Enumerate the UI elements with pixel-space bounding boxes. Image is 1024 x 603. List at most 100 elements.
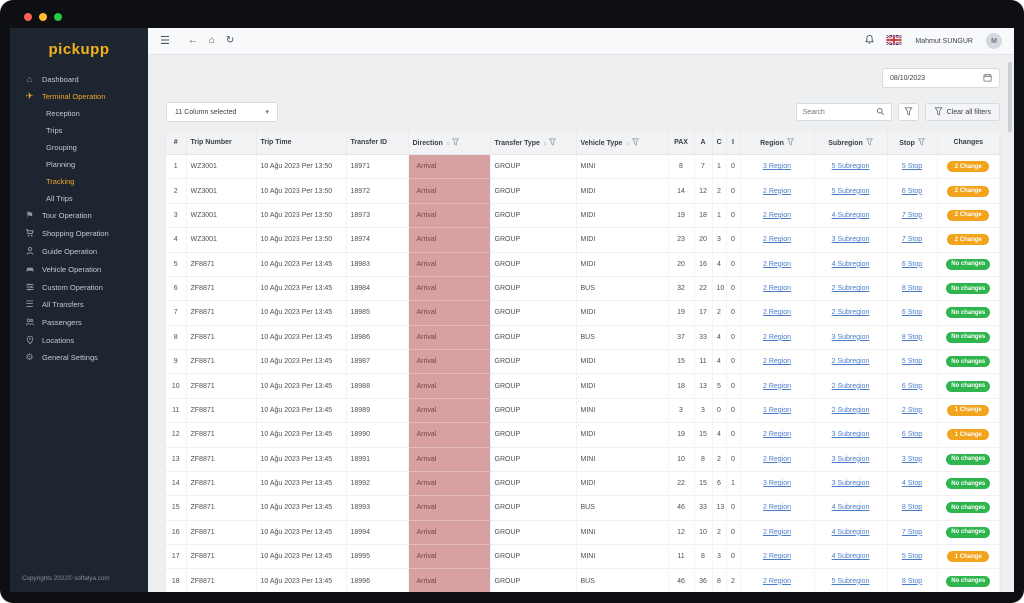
sidebar-item-terminal-operation[interactable]: ✈ Terminal Operation [10,88,148,105]
col-header-region[interactable]: Region [740,131,814,155]
col-header-subregion[interactable]: Subregion [814,131,887,155]
scrollbar-thumb[interactable] [1008,62,1012,132]
sidebar-item-general-settings[interactable]: ⚙ General Settings [10,349,148,366]
subregion-link[interactable]: 2 Subregion [832,285,870,292]
changes-badge[interactable]: 1 Change [947,429,989,440]
changes-badge[interactable]: No changes [946,527,990,538]
subregion-link[interactable]: 4 Subregion [832,212,870,219]
changes-badge[interactable]: 1 Change [947,551,989,562]
sidebar-item-custom-operation[interactable]: Custom Operation [10,278,148,296]
date-picker[interactable]: 08/10/2023 [882,68,1000,88]
sort-icon[interactable]: ↑↓ [625,141,629,147]
sidebar-item-passengers[interactable]: Passengers [10,313,148,331]
column-selector[interactable]: 11 Column selected ▾ [166,102,278,122]
search-input[interactable] [803,109,873,116]
table-row[interactable]: 5 ZF8871 10 Ağu 2023 Per 13:45 18983 Arr… [166,252,1000,276]
changes-badge[interactable]: No changes [946,332,990,343]
sidebar-item-shopping-operation[interactable]: Shopping Operation [10,224,148,242]
subregion-link[interactable]: 5 Subregion [832,188,870,195]
region-link[interactable]: 2 Region [763,383,791,390]
subregion-link[interactable]: 3 Subregion [832,236,870,243]
table-row[interactable]: 18 ZF8871 10 Ağu 2023 Per 13:45 18996 Ar… [166,569,1000,592]
region-link[interactable]: 2 Region [763,261,791,268]
changes-badge[interactable]: 2 Change [947,186,989,197]
region-link[interactable]: 3 Region [763,480,791,487]
stop-link[interactable]: 2 Stop [902,407,922,414]
window-close-button[interactable] [24,13,32,21]
region-link[interactable]: 2 Region [763,309,791,316]
stop-link[interactable]: 6 Stop [902,188,922,195]
changes-badge[interactable]: No changes [946,307,990,318]
stop-link[interactable]: 8 Stop [902,578,922,585]
window-minimize-button[interactable] [39,13,47,21]
region-link[interactable]: 2 Region [763,578,791,585]
changes-badge[interactable]: No changes [946,259,990,270]
scrollbar[interactable] [1008,58,1013,588]
stop-link[interactable]: 6 Stop [902,261,922,268]
stop-link[interactable]: 6 Stop [902,431,922,438]
col-header-direction[interactable]: Direction↑↓ [408,131,490,155]
changes-badge[interactable]: No changes [946,576,990,587]
region-link[interactable]: 2 Region [763,334,791,341]
region-link[interactable]: 1 Region [763,407,791,414]
table-row[interactable]: 15 ZF8871 10 Ağu 2023 Per 13:45 18993 Ar… [166,496,1000,520]
stop-link[interactable]: 6 Stop [902,383,922,390]
table-row[interactable]: 4 WZ3001 10 Ağu 2023 Per 13:50 18974 Arr… [166,228,1000,252]
subregion-link[interactable]: 2 Subregion [832,309,870,316]
stop-link[interactable]: 5 Stop [902,553,922,560]
stop-link[interactable]: 8 Stop [902,334,922,341]
stop-link[interactable]: 4 Stop [902,480,922,487]
subregion-link[interactable]: 3 Subregion [832,480,870,487]
sidebar-item-trips[interactable]: Trips [10,122,148,139]
col-header-transfer-type[interactable]: Transfer Type↑↓ [490,131,576,155]
filter-icon[interactable] [787,140,794,147]
subregion-link[interactable]: 4 Subregion [832,261,870,268]
sort-icon[interactable]: ↑↓ [446,141,450,147]
stop-link[interactable]: 5 Stop [902,163,922,170]
sidebar-item-reception[interactable]: Reception [10,105,148,122]
stop-link[interactable]: 8 Stop [902,504,922,511]
subregion-link[interactable]: 5 Subregion [832,578,870,585]
stop-link[interactable]: 7 Stop [902,236,922,243]
avatar[interactable]: M [986,33,1002,49]
subregion-link[interactable]: 3 Subregion [832,456,870,463]
region-link[interactable]: 2 Region [763,504,791,511]
subregion-link[interactable]: 5 Subregion [832,163,870,170]
sidebar-item-guide-operation[interactable]: Guide Operation [10,242,148,260]
table-row[interactable]: 2 WZ3001 10 Ağu 2023 Per 13:50 18972 Arr… [166,179,1000,203]
table-row[interactable]: 7 ZF8871 10 Ağu 2023 Per 13:45 18985 Arr… [166,301,1000,325]
filter-button[interactable] [898,103,919,121]
stop-link[interactable]: 8 Stop [902,285,922,292]
home-nav-icon[interactable]: ⌂ [209,36,215,46]
col-header-stop[interactable]: Stop [887,131,937,155]
sidebar-item-vehicle-operation[interactable]: Vehicle Operation [10,260,148,278]
filter-icon[interactable] [452,140,459,147]
region-link[interactable]: 2 Region [763,358,791,365]
changes-badge[interactable]: No changes [946,478,990,489]
region-link[interactable]: 2 Region [763,456,791,463]
changes-badge[interactable]: No changes [946,454,990,465]
menu-toggle-icon[interactable]: ☰ [160,36,170,47]
sidebar-item-tracking[interactable]: Tracking [10,173,148,190]
subregion-link[interactable]: 3 Subregion [832,334,870,341]
subregion-link[interactable]: 2 Subregion [832,358,870,365]
table-row[interactable]: 8 ZF8871 10 Ağu 2023 Per 13:45 18986 Arr… [166,325,1000,349]
table-row[interactable]: 11 ZF8871 10 Ağu 2023 Per 13:45 18989 Ar… [166,398,1000,422]
sort-icon[interactable]: ↑↓ [543,141,547,147]
table-row[interactable]: 3 WZ3001 10 Ağu 2023 Per 13:50 18973 Arr… [166,203,1000,227]
changes-badge[interactable]: 2 Change [947,210,989,221]
region-link[interactable]: 2 Region [763,553,791,560]
window-zoom-button[interactable] [54,13,62,21]
sidebar-item-dashboard[interactable]: ⌂ Dashboard [10,71,148,88]
table-row[interactable]: 12 ZF8871 10 Ağu 2023 Per 13:45 18990 Ar… [166,423,1000,447]
subregion-link[interactable]: 2 Subregion [832,383,870,390]
search-icon[interactable] [876,107,885,118]
clear-all-filters-button[interactable]: Clear all filters [925,103,1000,121]
region-link[interactable]: 2 Region [763,285,791,292]
sidebar-item-tour-operation[interactable]: ⚑ Tour Operation [10,207,148,224]
changes-badge[interactable]: 2 Change [947,161,989,172]
table-row[interactable]: 13 ZF8871 10 Ağu 2023 Per 13:45 18991 Ar… [166,447,1000,471]
table-row[interactable]: 1 WZ3001 10 Ağu 2023 Per 13:50 18971 Arr… [166,155,1000,179]
changes-badge[interactable]: No changes [946,283,990,294]
back-icon[interactable]: ← [188,36,198,46]
